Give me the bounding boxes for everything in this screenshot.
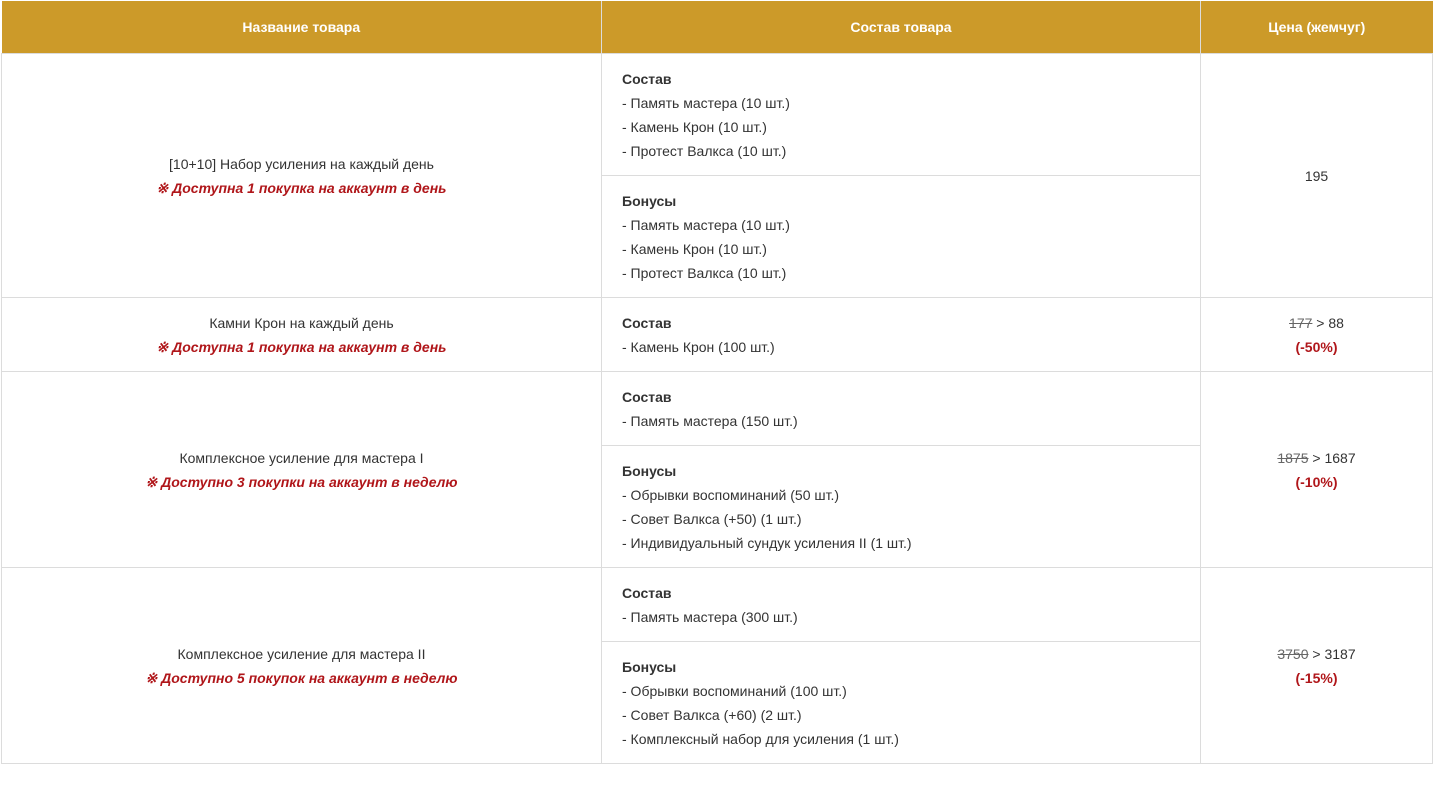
section-title: Состав: [622, 315, 672, 331]
price-value: 195: [1304, 167, 1329, 184]
new-price: 88: [1328, 314, 1344, 331]
price-cell: 3750 > 3187 (-15%): [1200, 567, 1433, 764]
bonus-item: - Совет Валкса (+60) (2 шт.): [622, 707, 802, 723]
header-product-name: Название товара: [1, 1, 602, 54]
composition-section: Состав - Память мастера (10 шт.) - Камен…: [601, 53, 1201, 176]
section-title: Бонусы: [622, 659, 677, 675]
price-arrow: >: [1308, 449, 1325, 466]
product-name-cell: Комплексное усиление для мастера II ※ До…: [1, 567, 602, 764]
composition-item: - Камень Крон (100 шт.): [622, 339, 775, 355]
price-line: 177 > 88: [1202, 311, 1431, 335]
header-product-composition: Состав товара: [601, 1, 1201, 54]
product-name-cell: [10+10] Набор усиления на каждый день ※ …: [1, 53, 602, 298]
table-row: Комплексное усиление для мастера II ※ До…: [1, 567, 1433, 764]
section-title: Состав: [622, 585, 672, 601]
old-price: 1875: [1277, 449, 1309, 466]
composition-item: - Память мастера (150 шт.): [622, 413, 798, 429]
price-cell: 177 > 88 (-50%): [1200, 297, 1433, 372]
discount-badge: (-10%): [1295, 473, 1338, 490]
bonus-item: - Обрывки воспоминаний (50 шт.): [622, 487, 840, 503]
purchase-limit-note: ※ Доступна 1 покупка на аккаунт в день: [156, 338, 447, 355]
composition-section: Состав - Память мастера (150 шт.): [601, 371, 1201, 446]
product-name-cell: Камни Крон на каждый день ※ Доступна 1 п…: [1, 297, 602, 372]
purchase-limit-note: ※ Доступно 3 покупки на аккаунт в неделю: [145, 473, 458, 490]
bonus-item: - Память мастера (10 шт.): [622, 217, 790, 233]
old-price: 3750: [1277, 645, 1309, 662]
old-price: 177: [1289, 314, 1313, 331]
table-row: Комплексное усиление для мастера I ※ Дос…: [1, 371, 1433, 568]
composition-item: - Память мастера (10 шт.): [622, 95, 790, 111]
header-price: Цена (жемчуг): [1200, 1, 1433, 54]
table-row: [10+10] Набор усиления на каждый день ※ …: [1, 53, 1433, 298]
product-name: Камни Крон на каждый день: [209, 314, 394, 331]
price-line: 1875 > 1687: [1202, 446, 1431, 470]
bonus-section: Бонусы - Память мастера (10 шт.) - Камен…: [601, 175, 1201, 298]
price-arrow: >: [1308, 645, 1325, 662]
composition-item: - Память мастера (300 шт.): [622, 609, 798, 625]
product-name: [10+10] Набор усиления на каждый день: [169, 155, 434, 172]
bonus-item: - Камень Крон (10 шт.): [622, 241, 767, 257]
product-name: Комплексное усиление для мастера I: [179, 449, 424, 466]
bonus-item: - Протест Валкса (10 шт.): [622, 265, 787, 281]
price-cell: 1875 > 1687 (-10%): [1200, 371, 1433, 568]
section-title: Состав: [622, 389, 672, 405]
bonus-item: - Обрывки воспоминаний (100 шт.): [622, 683, 847, 699]
product-name-cell: Комплексное усиление для мастера I ※ Дос…: [1, 371, 602, 568]
bonus-section: Бонусы - Обрывки воспоминаний (100 шт.) …: [601, 641, 1201, 764]
table-header-row: Название товара Состав товара Цена (жемч…: [1, 1, 1433, 54]
price-line: 3750 > 3187: [1202, 642, 1431, 666]
bonus-section: Бонусы - Обрывки воспоминаний (50 шт.) -…: [601, 445, 1201, 568]
section-title: Бонусы: [622, 193, 677, 209]
new-price: 1687: [1324, 449, 1356, 466]
bonus-item: - Совет Валкса (+50) (1 шт.): [622, 511, 802, 527]
bonus-item: - Комплексный набор для усиления (1 шт.): [622, 731, 899, 747]
composition-section: Состав - Память мастера (300 шт.): [601, 567, 1201, 642]
discount-badge: (-15%): [1295, 669, 1338, 686]
price-cell: 195: [1200, 53, 1433, 298]
product-table: Название товара Состав товара Цена (жемч…: [1, 1, 1433, 764]
purchase-limit-note: ※ Доступно 5 покупок на аккаунт в неделю: [145, 669, 458, 686]
new-price: 3187: [1324, 645, 1356, 662]
product-name: Комплексное усиление для мастера II: [177, 645, 426, 662]
composition-item: - Протест Валкса (10 шт.): [622, 143, 787, 159]
price-arrow: >: [1312, 314, 1329, 331]
table-row: Камни Крон на каждый день ※ Доступна 1 п…: [1, 297, 1433, 372]
section-title: Состав: [622, 71, 672, 87]
composition-section: Состав - Камень Крон (100 шт.): [601, 297, 1201, 372]
bonus-item: - Индивидуальный сундук усиления II (1 ш…: [622, 535, 912, 551]
composition-item: - Камень Крон (10 шт.): [622, 119, 767, 135]
purchase-limit-note: ※ Доступна 1 покупка на аккаунт в день: [156, 179, 447, 196]
section-title: Бонусы: [622, 463, 677, 479]
discount-badge: (-50%): [1295, 338, 1338, 355]
